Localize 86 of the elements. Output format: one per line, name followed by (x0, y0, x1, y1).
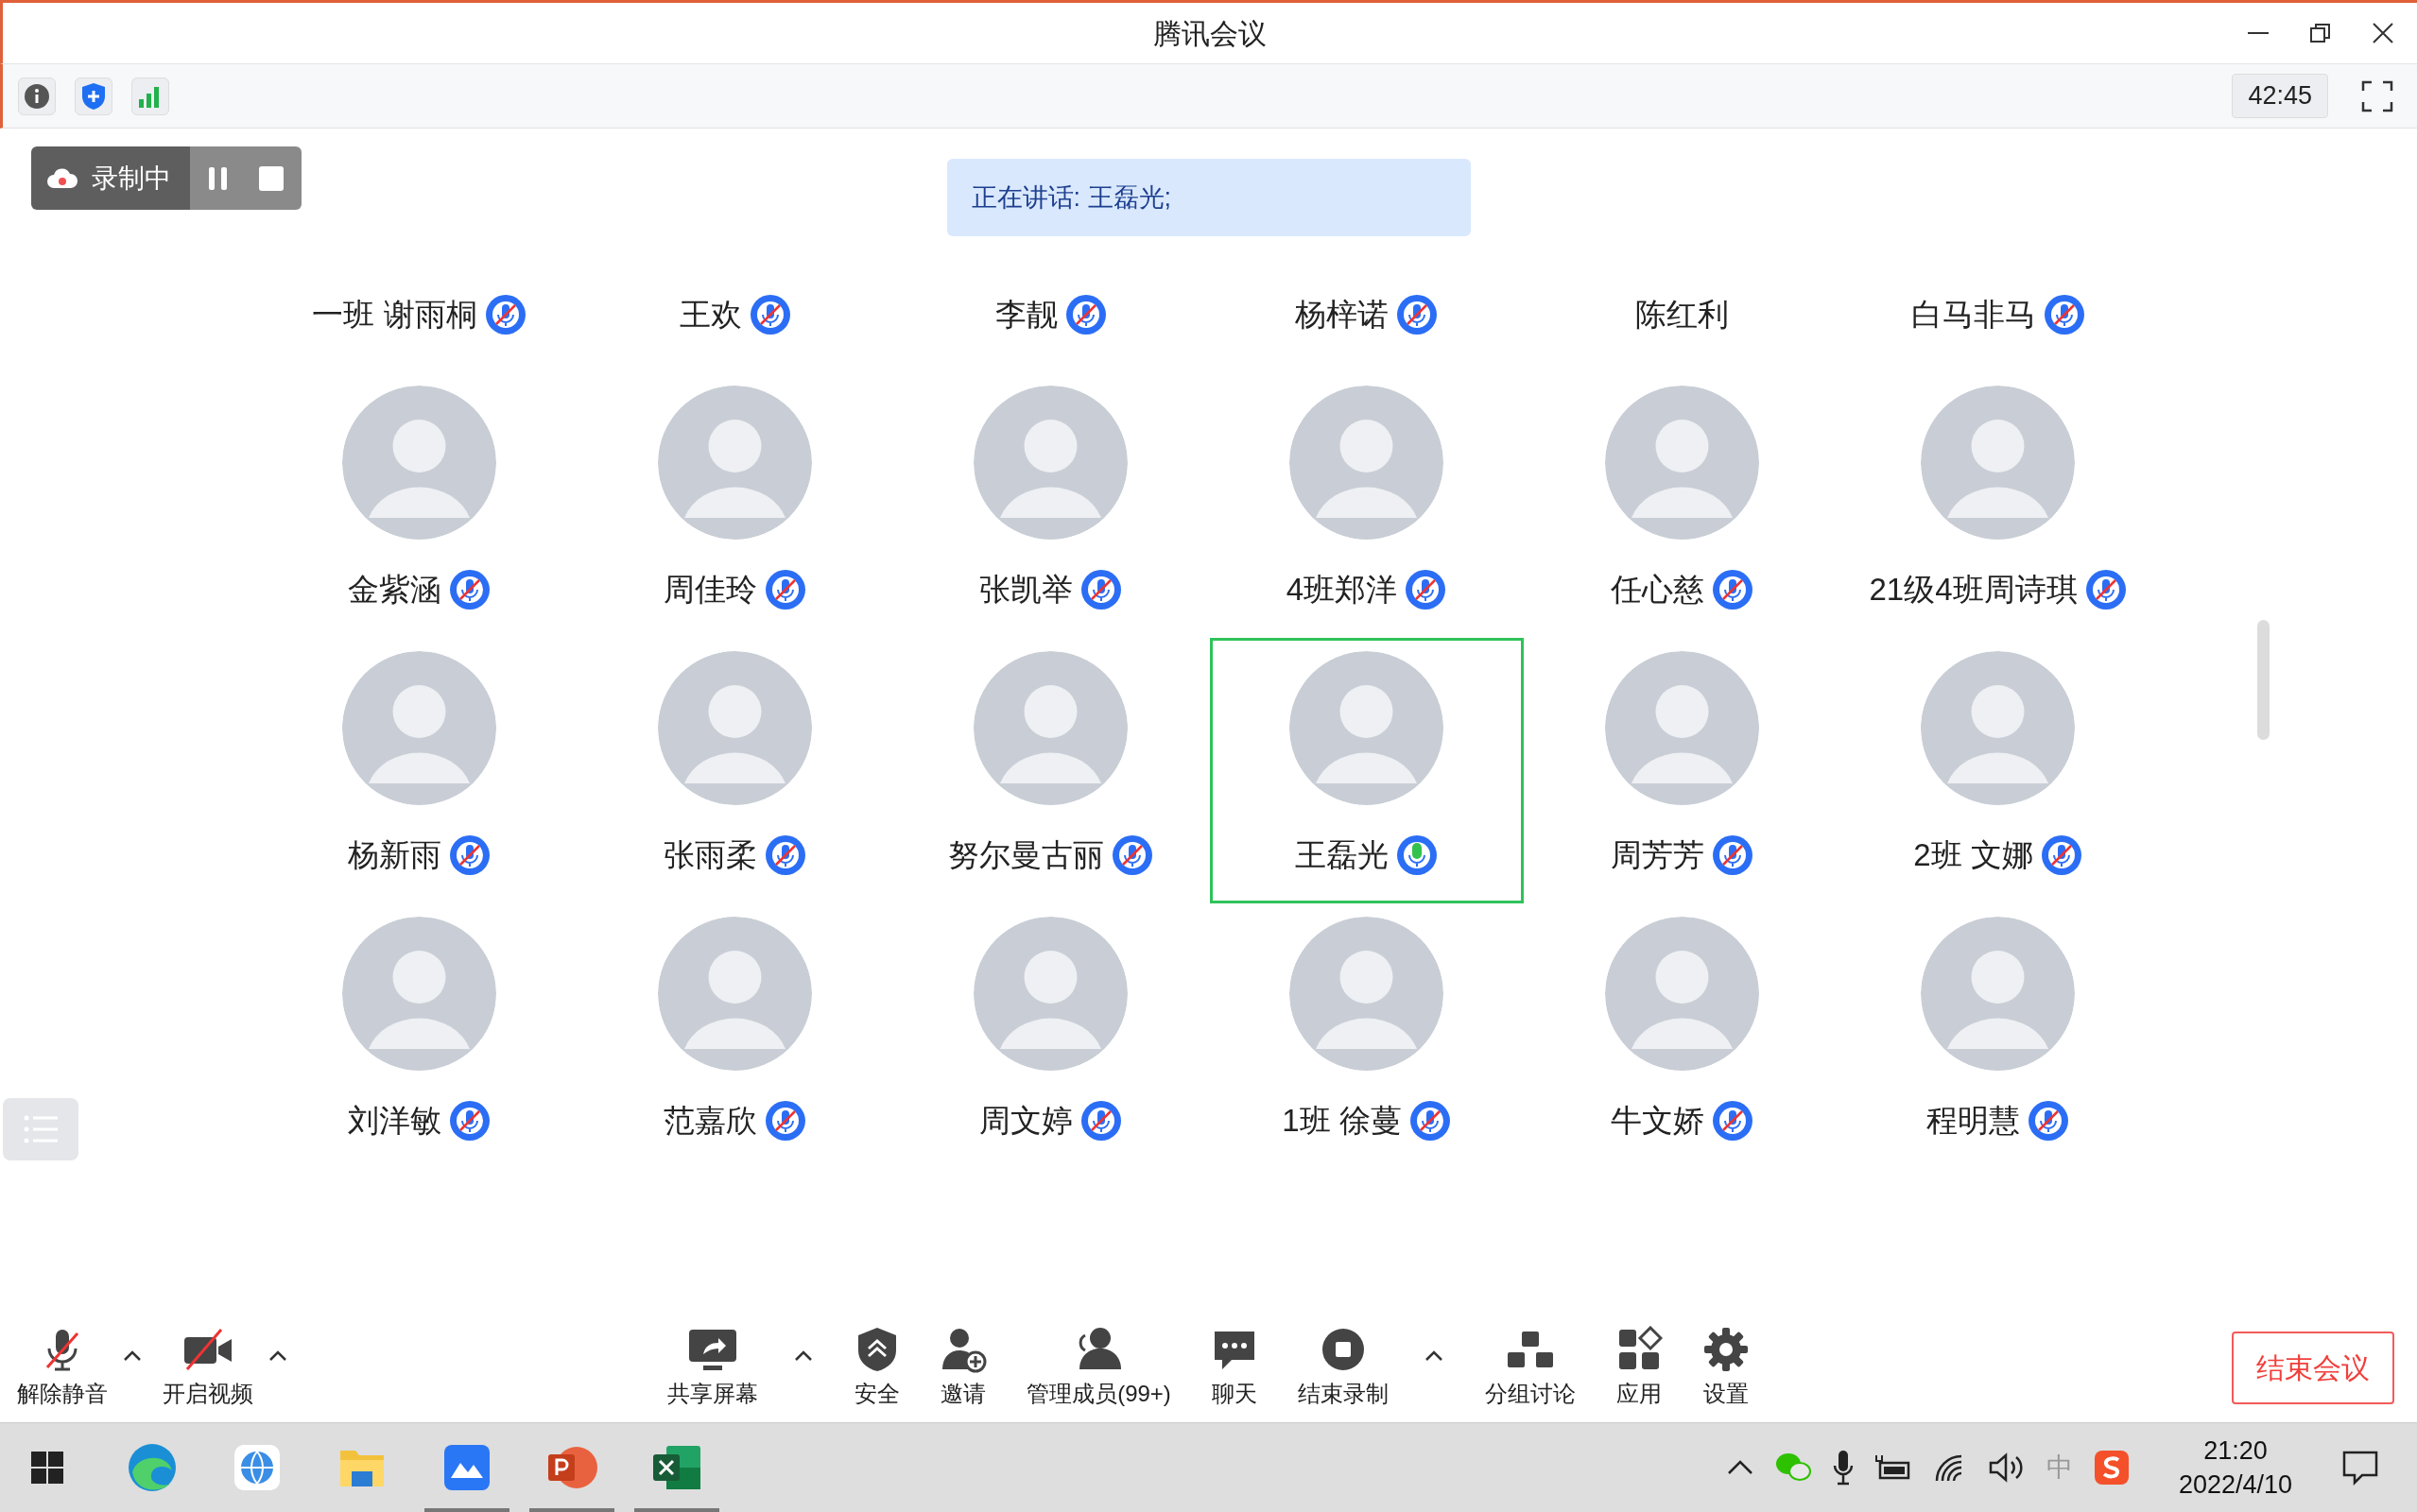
close-icon[interactable] (2371, 21, 2395, 45)
unmute-button[interactable]: 解除静音 (9, 1325, 115, 1411)
stop-button[interactable] (258, 164, 285, 192)
caret-icon[interactable] (1726, 1460, 1753, 1475)
list-icon (22, 1113, 60, 1145)
participant-name: 张凯举 (979, 571, 1073, 609)
participant-tile[interactable]: 牛文娇 (1525, 903, 1839, 1169)
clock-time: 21:20 (2203, 1435, 2268, 1467)
mountains-logo-icon (443, 1444, 491, 1491)
participant-name: 程明慧 (1926, 1102, 2020, 1140)
microphone-icon[interactable] (1832, 1449, 1854, 1486)
meeting-timer: 42:45 (2232, 74, 2328, 118)
participant-tile[interactable]: 刘洋敏 (262, 903, 577, 1169)
participant-tile[interactable]: 杨新雨 (262, 638, 577, 903)
scrollbar-thumb[interactable] (2257, 620, 2270, 740)
battery-icon[interactable] (1873, 1453, 1912, 1482)
restore-icon[interactable] (2308, 21, 2333, 45)
manage-members-button[interactable]: 管理成员(99+) (1019, 1325, 1179, 1411)
participant-name: 李靓 (994, 296, 1058, 335)
participant-tile[interactable]: 王磊光 (1209, 638, 1524, 903)
participant-tile[interactable]: 程明慧 (1840, 903, 2155, 1169)
participant-name: 杨新雨 (348, 836, 441, 874)
participant-name: 2班 文娜 (1913, 836, 2033, 874)
fullscreen-icon (2361, 79, 2393, 112)
participant-name: 王磊光 (1295, 836, 1389, 874)
participant-tile[interactable]: 2班 文娜 (1840, 638, 2155, 903)
clock-date: 2022/4/10 (2178, 1469, 2292, 1501)
speaking-banner: 正在讲话: 王磊光; (946, 159, 1471, 236)
info-icon (24, 82, 50, 110)
shield-icon (80, 81, 107, 111)
windows-logo-icon (30, 1451, 64, 1485)
participant-name: 1班 徐蔓 (1282, 1102, 1402, 1140)
participant-name: 努尔曼古丽 (948, 836, 1104, 874)
participant-name: 陈红利 (1635, 296, 1729, 335)
apps-button[interactable]: 应用 (1607, 1325, 1670, 1411)
end-meeting-button[interactable]: 结束会议 (2232, 1332, 2394, 1404)
start-video-button[interactable]: 开启视频 (155, 1325, 261, 1411)
participant-tile[interactable]: 4班郑洋 (1209, 372, 1524, 638)
participant-tile[interactable]: 金紫涵 (262, 372, 577, 638)
invite-button[interactable]: 邀请 (932, 1325, 995, 1411)
participant-name: 一班 谢雨桐 (312, 296, 477, 335)
swirl-logo-icon (127, 1442, 178, 1493)
participant-name: 金紫涵 (348, 571, 441, 609)
participant-name: 21级4班周诗琪 (1869, 571, 2078, 609)
network-signal-button[interactable] (131, 77, 169, 115)
pause-button[interactable] (207, 164, 230, 192)
security-button[interactable]: 安全 (847, 1325, 908, 1411)
participant-tile[interactable]: 周文婷 (893, 903, 1208, 1169)
participant-name: 范嘉欣 (664, 1102, 757, 1140)
participant-tile[interactable]: 努尔曼古丽 (893, 638, 1208, 903)
participant-tile[interactable]: 周芳芳 (1525, 638, 1839, 903)
participant-name: 任心慈 (1611, 571, 1704, 609)
presentation-app-icon (546, 1444, 597, 1491)
globe-icon (233, 1444, 281, 1491)
volume-icon[interactable] (1987, 1452, 2026, 1483)
recording-label: 录制中 (92, 162, 171, 195)
participant-tile[interactable]: 21级4班周诗琪 (1840, 372, 2155, 638)
participant-name: 牛文娇 (1611, 1102, 1704, 1140)
chat-button[interactable]: 聊天 (1202, 1325, 1266, 1411)
participant-tile[interactable]: 周佳玲 (578, 372, 892, 638)
share-screen-button[interactable]: 共享屏幕 (660, 1325, 767, 1411)
participant-name: 周文婷 (979, 1102, 1073, 1140)
info-button[interactable] (18, 77, 56, 115)
window-title: 腾讯会议 (1153, 16, 1267, 51)
notification-icon[interactable] (2341, 1450, 2379, 1486)
settings-button[interactable]: 设置 (1694, 1325, 1757, 1411)
stop-recording-button[interactable]: 结束录制 (1289, 1325, 1396, 1411)
sogou-logo-icon[interactable] (2093, 1450, 2130, 1486)
participant-name: 刘洋敏 (348, 1102, 441, 1140)
participant-name: 周芳芳 (1611, 836, 1704, 874)
participant-name: 4班郑洋 (1286, 571, 1398, 609)
spreadsheet-app-icon (651, 1444, 702, 1491)
participant-tile[interactable]: 张凯举 (893, 372, 1208, 638)
cloud-icon (46, 166, 78, 190)
participant-name: 王欢 (679, 296, 742, 335)
participant-name: 周佳玲 (664, 571, 757, 609)
participant-name: 杨梓诺 (1295, 296, 1389, 335)
participant-tile[interactable]: 1班 徐蔓 (1209, 903, 1524, 1169)
participant-tile[interactable]: 张雨柔 (578, 638, 892, 903)
breakout-button[interactable]: 分组讨论 (1476, 1325, 1583, 1411)
participant-tile[interactable]: 任心慈 (1525, 372, 1839, 638)
settings-icon (1701, 1325, 1750, 1373)
security-shield-button[interactable] (75, 77, 112, 115)
participant-name: 张雨柔 (664, 836, 757, 874)
participant-tile[interactable]: 范嘉欣 (578, 903, 892, 1169)
participant-name: 白马非马 (1910, 296, 2036, 335)
